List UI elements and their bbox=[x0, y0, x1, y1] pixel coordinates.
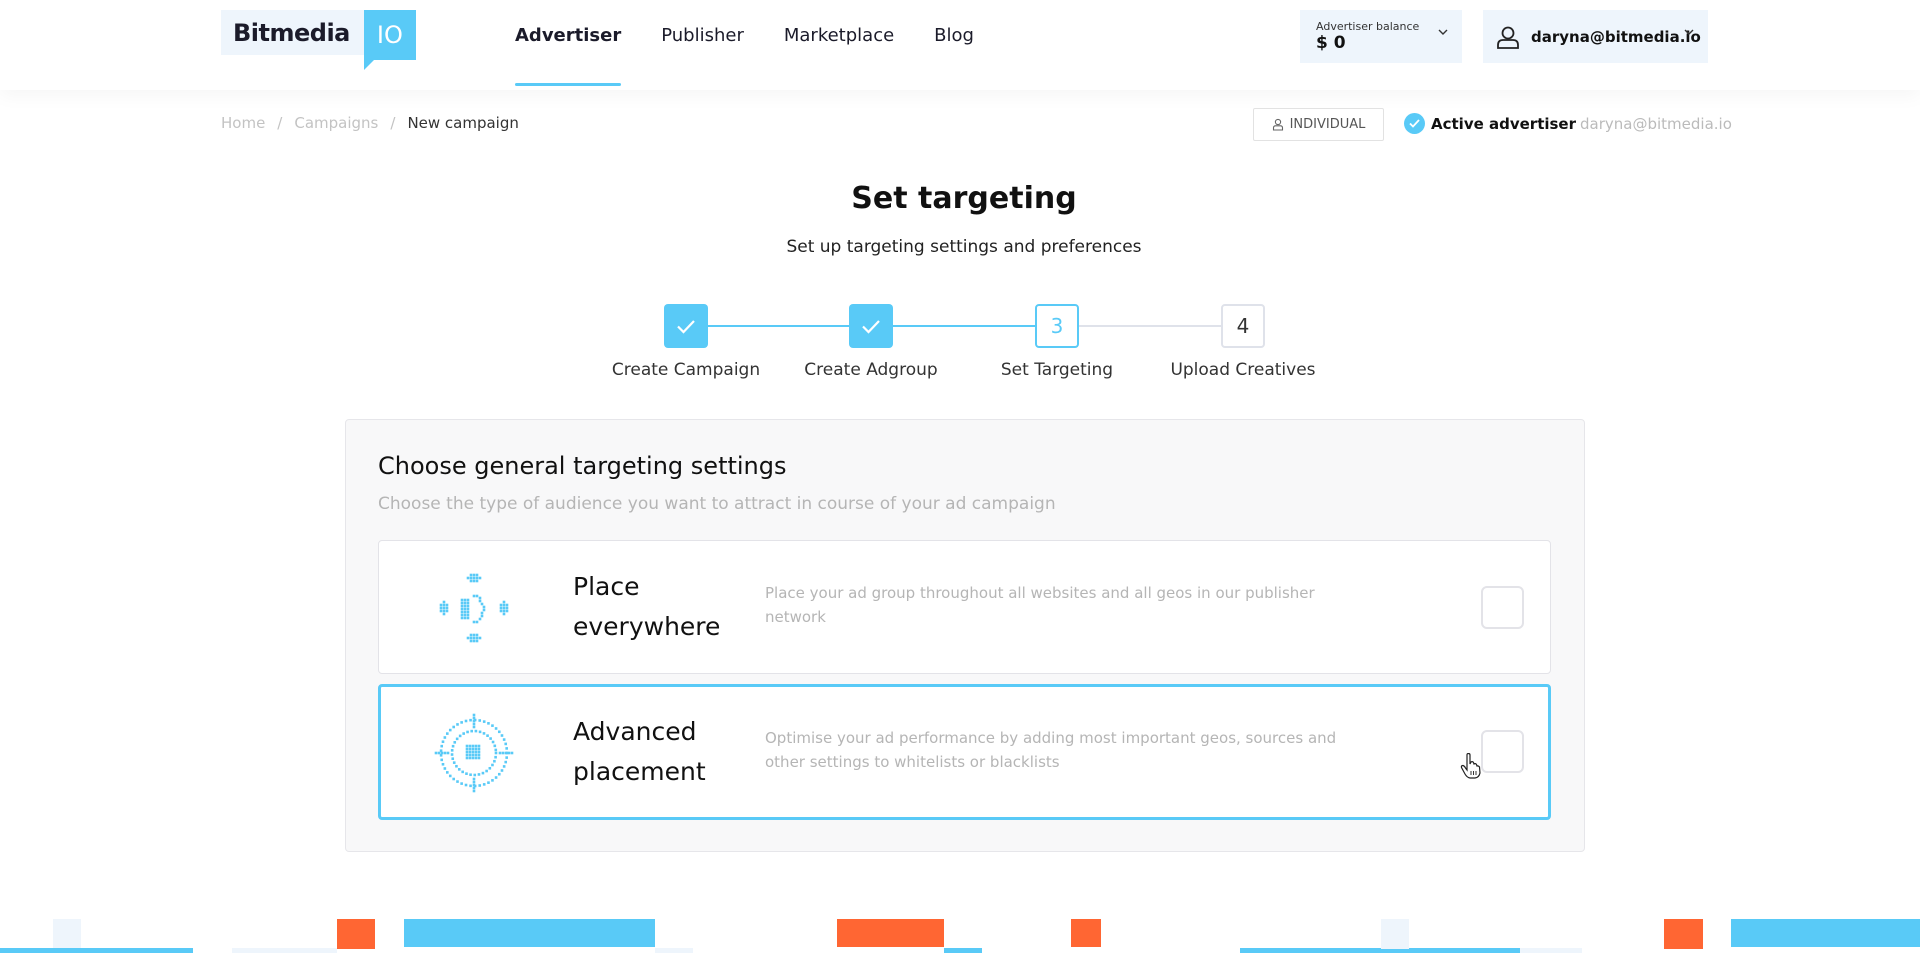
deco-block bbox=[1731, 919, 1920, 947]
panel-subtitle: Choose the type of audience you want to … bbox=[378, 494, 1056, 514]
target-icon bbox=[434, 713, 514, 793]
status-label: Active advertiser bbox=[1431, 114, 1577, 133]
step-set-targeting[interactable]: 3 Set Targeting bbox=[957, 304, 1157, 380]
step-label: Create Campaign bbox=[611, 360, 761, 380]
deco-block bbox=[655, 948, 693, 953]
deco-block bbox=[0, 948, 193, 953]
targeting-panel: Choose general targeting settings Choose… bbox=[345, 419, 1585, 852]
step-label: Create Adgroup bbox=[804, 360, 938, 380]
logo-badge: IO bbox=[363, 10, 416, 70]
option-title-line: Advanced bbox=[573, 717, 697, 746]
bitmedia-logo[interactable]: Bitmedia IO bbox=[221, 10, 416, 70]
step-label: Set Targeting bbox=[1000, 360, 1114, 380]
logo-wordmark: Bitmedia bbox=[221, 10, 364, 55]
advertiser-balance-dropdown[interactable]: Advertiser balance $ 0 bbox=[1300, 10, 1462, 63]
deco-block bbox=[1240, 948, 1520, 953]
account-type-label: INDIVIDUAL bbox=[1289, 117, 1366, 132]
option-title: Place everywhere bbox=[573, 567, 720, 647]
step-label: Upload Creatives bbox=[1170, 360, 1316, 380]
progress-stepper: Create Campaign Create Adgroup 3 Set Tar… bbox=[0, 304, 1920, 384]
option-advanced-placement[interactable]: Advanced placement Optimise your ad perf… bbox=[378, 684, 1551, 820]
step-create-adgroup[interactable]: Create Adgroup bbox=[771, 304, 971, 380]
advertiser-status: Active advertiser daryna@bitmedia.io bbox=[1404, 113, 1732, 134]
step-number-box: 4 bbox=[1221, 304, 1265, 348]
deco-block bbox=[232, 948, 337, 953]
deco-block bbox=[1664, 919, 1703, 949]
option-title: Advanced placement bbox=[573, 712, 706, 792]
hand-cursor-icon bbox=[1460, 753, 1481, 779]
page-subtitle: Set up targeting settings and preference… bbox=[786, 237, 1142, 257]
account-type-badge: INDIVIDUAL bbox=[1253, 108, 1384, 141]
option-title-line: placement bbox=[573, 757, 706, 786]
breadcrumb: Home / Campaigns / New campaign bbox=[221, 114, 519, 132]
breadcrumb-separator: / bbox=[390, 114, 396, 132]
chevron-down-icon bbox=[1684, 29, 1694, 35]
user-icon bbox=[1497, 26, 1519, 49]
person-icon bbox=[1272, 118, 1283, 131]
top-header: Bitmedia IO Advertiser Publisher Marketp… bbox=[0, 0, 1920, 90]
panel-title: Choose general targeting settings bbox=[378, 452, 787, 480]
option-description: Place your ad group throughout all websi… bbox=[765, 584, 1315, 626]
page-title: Set targeting bbox=[851, 181, 1077, 216]
deco-block bbox=[337, 919, 375, 949]
deco-block bbox=[404, 919, 655, 947]
balance-value: $ 0 bbox=[1316, 33, 1346, 53]
option-place-everywhere[interactable]: Place everywhere Place your ad group thr… bbox=[378, 540, 1551, 674]
arrows-expand-icon bbox=[439, 573, 509, 643]
option-title-line: Place bbox=[573, 572, 640, 601]
deco-block bbox=[1381, 919, 1409, 949]
check-circle-icon bbox=[1404, 113, 1425, 134]
breadcrumb-separator: / bbox=[277, 114, 283, 132]
user-email: daryna@bitmedia.io bbox=[1531, 27, 1701, 46]
deco-block bbox=[1520, 948, 1582, 953]
status-email: daryna@bitmedia.io bbox=[1580, 114, 1732, 133]
chevron-down-icon bbox=[1438, 29, 1448, 35]
breadcrumb-home[interactable]: Home bbox=[221, 114, 265, 132]
option-title-line: everywhere bbox=[573, 612, 721, 641]
option-checkbox[interactable] bbox=[1481, 730, 1524, 773]
breadcrumb-campaigns[interactable]: Campaigns bbox=[294, 114, 378, 132]
checkmark-icon bbox=[862, 319, 880, 334]
user-menu-dropdown[interactable]: daryna@bitmedia.io bbox=[1483, 10, 1708, 63]
breadcrumb-current: New campaign bbox=[407, 114, 519, 132]
option-description: Optimise your ad performance by adding m… bbox=[765, 729, 1337, 771]
step-create-campaign[interactable]: Create Campaign bbox=[586, 304, 786, 380]
nav-publisher[interactable]: Publisher bbox=[661, 0, 744, 86]
nav-blog[interactable]: Blog bbox=[934, 0, 974, 86]
deco-block bbox=[1071, 919, 1101, 947]
step-done-box bbox=[849, 304, 893, 348]
step-number-box: 3 bbox=[1035, 304, 1079, 348]
nav-advertiser[interactable]: Advertiser bbox=[515, 0, 622, 86]
main-nav: Advertiser Publisher Marketplace Blog bbox=[515, 0, 1014, 86]
nav-marketplace[interactable]: Marketplace bbox=[784, 0, 894, 86]
deco-block bbox=[837, 919, 944, 947]
checkmark-icon bbox=[677, 319, 695, 334]
deco-block bbox=[944, 948, 982, 953]
option-checkbox[interactable] bbox=[1481, 586, 1524, 629]
step-done-box bbox=[664, 304, 708, 348]
step-upload-creatives[interactable]: 4 Upload Creatives bbox=[1143, 304, 1343, 380]
